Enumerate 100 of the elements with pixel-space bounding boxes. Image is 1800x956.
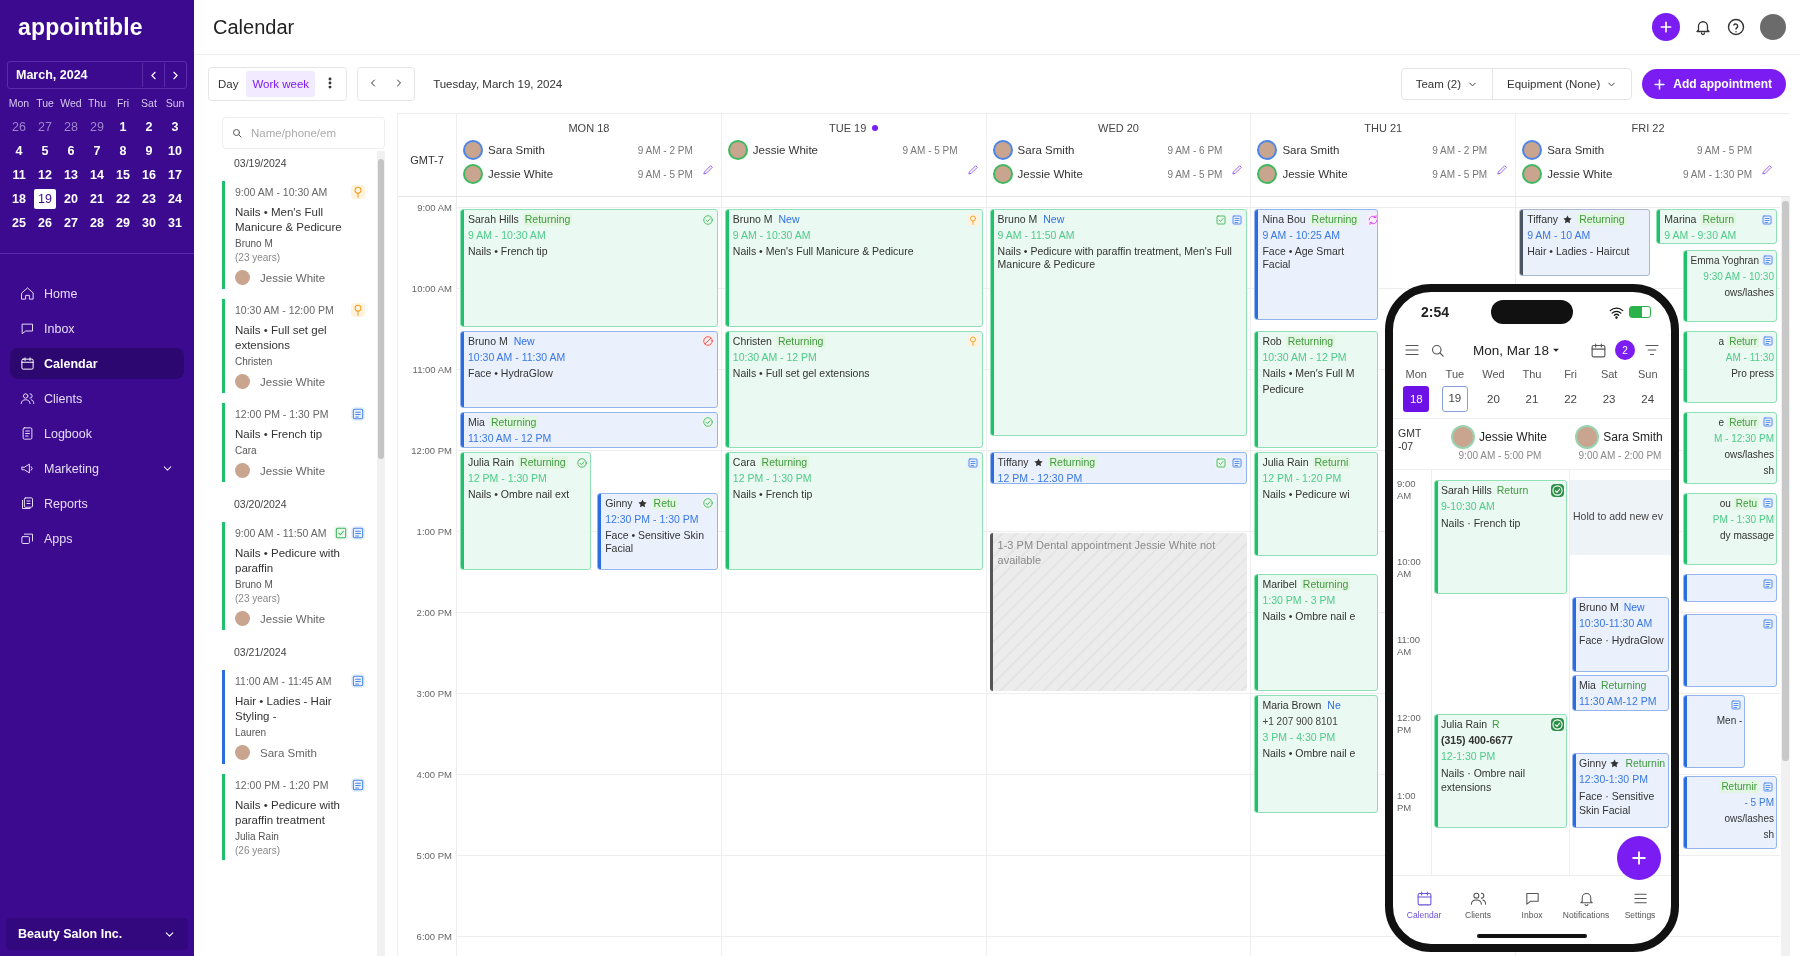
week-date[interactable]: 20 — [1480, 386, 1507, 412]
appointment-card[interactable]: Julia Rain R (315) 400-6677 12-1:30 PM Nails · Ombre nail extensions — [1434, 714, 1567, 828]
appointment-card[interactable]: Men - — [1682, 695, 1746, 768]
appointment-card[interactable]: Tiffany Returning 9 AM - 10 AM Hair • Ladies - Haircut — [1519, 209, 1651, 277]
calendar-day[interactable]: 27 — [60, 213, 82, 233]
create-button[interactable] — [1652, 13, 1680, 41]
nav-item[interactable]: Logbook — [10, 418, 184, 449]
appointment-card[interactable]: Sarah Hills Return 9-10:30 AM Nails · French tip — [1434, 480, 1567, 594]
week-date[interactable]: 21 — [1519, 386, 1545, 412]
appointment-card[interactable] — [1682, 614, 1777, 687]
appointment-item[interactable]: 12:00 PM - 1:20 PM Nails • Pedicure with paraffin treatment Julia Rain (26 years) — [222, 774, 371, 860]
nav-item[interactable]: Marketing — [10, 453, 184, 484]
notifications-button[interactable] — [1694, 18, 1712, 36]
calendar-day[interactable]: 19 — [34, 189, 56, 209]
calendar-day[interactable]: 25 — [8, 213, 30, 233]
calendar-day[interactable]: 26 — [34, 213, 56, 233]
appointment-card[interactable]: Christen Returning 10:30 AM - 12 PM Nails • Full set gel extensions — [724, 330, 983, 448]
calendar-day[interactable]: 26 — [8, 117, 30, 137]
appointment-card[interactable]: Ginny Returnin 12:30-1:30 PM Face · Sensitive Skin Facial — [1572, 753, 1669, 828]
calendar-day[interactable]: 14 — [86, 165, 108, 185]
calendar-day[interactable]: 11 — [8, 165, 30, 185]
calendar-day[interactable]: 23 — [138, 189, 160, 209]
appointment-card[interactable]: Marina Return 9 AM - 9:30 AM — [1656, 209, 1777, 244]
calendar-day[interactable]: 9 — [138, 141, 160, 161]
add-button[interactable] — [1617, 836, 1661, 880]
calendar-day[interactable]: 29 — [112, 213, 134, 233]
calendar-day[interactable]: 27 — [34, 117, 56, 137]
tab-bar-item[interactable]: Inbox — [1505, 876, 1559, 934]
calendar-day[interactable]: 8 — [112, 141, 134, 161]
calendar-day[interactable]: 6 — [60, 141, 82, 161]
calendar-day[interactable]: 30 — [138, 213, 160, 233]
calendar-day[interactable]: 17 — [164, 165, 186, 185]
calendar-day[interactable]: 5 — [34, 141, 56, 161]
appointment-card[interactable]: Cara Returning 12 PM - 1:30 PM Nails • French tip — [724, 452, 983, 570]
calendar-day[interactable]: 13 — [60, 165, 82, 185]
appointment-card[interactable]: Maria Brown Ne +1 207 900 8101 3 PM - 4:30 PM Nails • Ombre nail e — [1254, 695, 1378, 813]
appointment-card[interactable]: Tiffany Returning 12 PM - 12:30 PM — [989, 452, 1248, 485]
nav-item[interactable]: Apps — [10, 523, 184, 554]
nav-item[interactable]: Home — [10, 278, 184, 309]
calendar-day[interactable]: 31 — [164, 213, 186, 233]
appointment-card[interactable]: Ginny Retu 12:30 PM - 1:30 PM Face • Sensitive Skin Facial — [597, 492, 718, 570]
week-date[interactable]: 19 — [1441, 386, 1468, 412]
search-field[interactable]: Name/phone/em — [222, 117, 385, 149]
appointment-card[interactable]: Mia Returning 11:30 AM-12 PM — [1572, 675, 1669, 711]
appointment-item[interactable]: 11:00 AM - 11:45 AM Hair • Ladies - Hair Styling - Lauren Sara Smith — [222, 670, 371, 764]
user-avatar[interactable] — [1760, 14, 1786, 40]
appointment-item[interactable]: 9:00 AM - 11:50 AM Nails • Pedicure with paraffin Bruno M (23 years) Jessie White — [222, 522, 371, 630]
calendar-day[interactable]: 28 — [60, 117, 82, 137]
add-appointment-button[interactable]: Add appointment — [1642, 69, 1786, 99]
calendar-day[interactable]: 12 — [34, 165, 56, 185]
calendar-day[interactable]: 28 — [86, 213, 108, 233]
calendar-day[interactable]: 10 — [164, 141, 186, 161]
appointment-card[interactable]: ou Retu PM - 1:30 PM dy massage — [1682, 492, 1777, 566]
calendar-day[interactable]: 21 — [86, 189, 108, 209]
appointment-card[interactable]: a Returr AM - 11:30 Pro press — [1682, 330, 1777, 404]
appointment-card[interactable]: Returnir - 5 PM ows/lashes sh — [1682, 776, 1777, 849]
workspace-selector[interactable]: Beauty Salon Inc. — [6, 918, 188, 950]
appointment-card[interactable]: Emma Yoghran 9:30 AM - 10:30 ows/lashes — [1682, 249, 1777, 323]
nav-item[interactable]: Inbox — [10, 313, 184, 344]
calendar-day[interactable]: 24 — [164, 189, 186, 209]
appointment-card[interactable]: Maribel Returning 1:30 PM - 3 PM Nails • Ombre nail e — [1254, 573, 1378, 691]
appointment-card[interactable]: Rob Returning 10:30 AM - 12 PM Nails • Men's Full M Pedicure — [1254, 330, 1378, 448]
calendar-day[interactable]: 18 — [8, 189, 30, 209]
week-date[interactable]: 18 — [1403, 386, 1430, 412]
appointment-card[interactable]: Bruno M New 9 AM - 10:30 AM Nails • Men's Full Manicure & Pedicure — [724, 209, 983, 327]
date-picker[interactable]: Mon, Mar 18 — [1473, 342, 1563, 358]
appointment-card[interactable]: Bruno M New 10:30 AM - 11:30 AM Face • HydraGlow — [460, 330, 718, 408]
view-tab[interactable]: Day — [212, 71, 245, 97]
appointment-card[interactable]: Bruno M New 9 AM - 11:50 AM Nails • Pedicure with paraffin treatment, Men's Full Manicure & Pedicure — [989, 209, 1248, 436]
nav-item[interactable]: Reports — [10, 488, 184, 519]
appointment-card[interactable]: Mia Returning 11:30 AM - 12 PM — [460, 411, 718, 448]
calendar-day[interactable]: 20 — [60, 189, 82, 209]
week-date[interactable]: 24 — [1634, 386, 1661, 412]
help-button[interactable] — [1726, 17, 1746, 37]
calendar-day[interactable]: 22 — [112, 189, 134, 209]
view-tab[interactable]: Work week — [246, 71, 316, 97]
calendar-day[interactable]: 29 — [86, 117, 108, 137]
appointment-card[interactable]: Julia Rain Returni 12 PM - 1:20 PM Nails • Pedicure wi — [1254, 452, 1378, 556]
filter-dropdown[interactable]: Team (2) — [1401, 69, 1492, 99]
filter-dropdown[interactable]: Equipment (None) — [1492, 69, 1632, 99]
appointment-card[interactable]: Bruno M New 10:30-11:30 AM Face · HydraGlow — [1572, 597, 1669, 672]
appointment-item[interactable]: 12:00 PM - 1:30 PM Nails • French tip Cara Jessie White — [222, 403, 371, 482]
nav-item[interactable]: Calendar — [10, 348, 184, 379]
tab-bar-item[interactable]: Notifications — [1559, 876, 1613, 934]
tab-bar-item[interactable]: Settings — [1613, 876, 1667, 934]
calendar-day[interactable]: 4 — [8, 141, 30, 161]
appointment-card[interactable]: Sarah Hills Returning 9 AM - 10:30 AM Nails • French tip — [460, 209, 718, 327]
tab-bar-item[interactable]: Calendar — [1397, 876, 1451, 934]
week-date[interactable]: 23 — [1596, 386, 1623, 412]
appointment-item[interactable]: 10:30 AM - 12:00 PM Nails • Full set gel extensions Christen Jessie White — [222, 299, 371, 393]
appointment-card[interactable]: Nina Bou Returning 9 AM - 10:25 AM Face • Age Smart Facial — [1254, 209, 1378, 320]
appointment-card[interactable]: Julia Rain Returning 12 PM - 1:30 PM Nails • Ombre nail ext — [460, 452, 592, 570]
calendar-day[interactable]: 7 — [86, 141, 108, 161]
nav-item[interactable]: Clients — [10, 383, 184, 414]
tab-bar-item[interactable]: Clients — [1451, 876, 1505, 934]
calendar-day[interactable]: 3 — [164, 117, 186, 137]
week-date[interactable]: 22 — [1557, 386, 1584, 412]
appointment-card[interactable] — [1682, 573, 1777, 602]
appointment-item[interactable]: 9:00 AM - 10:30 AM Nails • Men's Full Manicure & Pedicure Bruno M (23 years) Jessie White — [222, 181, 371, 289]
calendar-day[interactable]: 1 — [112, 117, 134, 137]
